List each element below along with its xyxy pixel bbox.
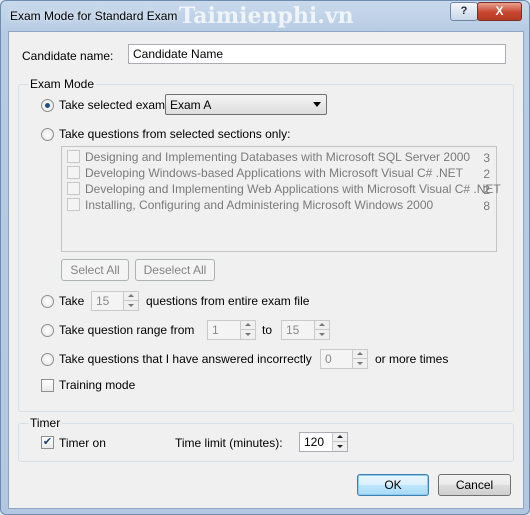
close-button[interactable]: X: [477, 2, 522, 21]
section-row[interactable]: Developing Windows-based Applications wi…: [67, 165, 490, 181]
section-name: Designing and Implementing Databases wit…: [85, 150, 471, 164]
section-count: 2: [483, 167, 490, 181]
take-range-label: Take question range from: [59, 323, 195, 337]
section-row[interactable]: Installing, Configuring and Administerin…: [67, 197, 490, 213]
chevron-up-icon[interactable]: [240, 321, 255, 330]
section-checkbox[interactable]: [67, 198, 80, 211]
section-checkbox[interactable]: [67, 166, 80, 179]
help-button[interactable]: ?: [450, 2, 478, 21]
timer-group-title: Timer: [28, 416, 63, 430]
dialog-window: Exam Mode for Standard Exam Taimienphi.v…: [0, 0, 530, 515]
window-title: Exam Mode for Standard Exam: [10, 9, 178, 23]
chevron-down-icon[interactable]: [332, 442, 347, 451]
exam-select-value: Exam A: [170, 98, 212, 112]
take-incorrect-label: Take questions that I have answered inco…: [59, 352, 312, 366]
take-selected-exam-radio[interactable]: [41, 99, 54, 112]
take-selected-exam-label: Take selected exam:: [59, 98, 169, 112]
training-mode-label: Training mode: [59, 378, 136, 392]
question-count-value: 15: [96, 294, 110, 308]
take-n-radio[interactable]: [41, 295, 54, 308]
cancel-button[interactable]: Cancel: [438, 474, 511, 496]
candidate-name-label: Candidate name:: [22, 49, 114, 63]
candidate-name-input[interactable]: Candidate Name: [128, 44, 506, 64]
exam-select-dropdown[interactable]: Exam A: [165, 94, 327, 115]
chevron-down-icon: [313, 102, 321, 107]
incorrect-times-stepper[interactable]: 0: [320, 349, 368, 369]
watermark-logo: Taimienphi.vn: [179, 3, 354, 29]
time-limit-stepper[interactable]: 120: [299, 432, 348, 452]
chevron-down-icon[interactable]: [314, 330, 329, 339]
take-range-radio[interactable]: [41, 324, 54, 337]
timer-on-checkbox[interactable]: ✔: [41, 436, 54, 449]
range-from-value: 1: [212, 323, 219, 337]
section-checkbox[interactable]: [67, 182, 80, 195]
section-row[interactable]: Developing and Implementing Web Applicat…: [67, 181, 501, 197]
time-limit-value: 120: [304, 435, 325, 449]
exam-mode-group-title: Exam Mode: [28, 77, 97, 91]
chevron-up-icon[interactable]: [332, 433, 347, 442]
sections-list[interactable]: Designing and Implementing Databases wit…: [61, 146, 501, 252]
take-sections-label: Take questions from selected sections on…: [59, 127, 291, 141]
training-mode-checkbox[interactable]: [41, 379, 54, 392]
chevron-down-icon[interactable]: [352, 359, 367, 368]
deselect-all-button[interactable]: Deselect All: [135, 259, 215, 281]
take-incorrect-radio[interactable]: [41, 353, 54, 366]
select-all-button[interactable]: Select All: [61, 259, 129, 281]
section-name: Developing Windows-based Applications wi…: [85, 166, 463, 180]
section-row[interactable]: Designing and Implementing Databases wit…: [67, 149, 490, 165]
section-name: Developing and Implementing Web Applicat…: [85, 182, 501, 196]
timer-on-label: Timer on: [59, 436, 106, 450]
question-count-stepper[interactable]: 15: [91, 291, 139, 311]
time-limit-label: Time limit (minutes):: [175, 436, 283, 450]
take-incorrect-suffix-label: or more times: [375, 352, 449, 366]
ok-button[interactable]: OK: [357, 474, 429, 496]
section-count: 3: [483, 151, 490, 165]
chevron-up-icon[interactable]: [123, 292, 138, 301]
title-bar[interactable]: Exam Mode for Standard Exam Taimienphi.v…: [1, 1, 529, 31]
section-checkbox[interactable]: [67, 150, 80, 163]
range-to-label: to: [262, 323, 273, 337]
section-count: 2: [483, 183, 490, 197]
take-sections-radio[interactable]: [41, 128, 54, 141]
section-name: Installing, Configuring and Administerin…: [85, 198, 434, 212]
range-to-stepper[interactable]: 15: [281, 320, 330, 340]
take-n-label: Take: [59, 294, 85, 308]
chevron-down-icon[interactable]: [240, 330, 255, 339]
section-count: 8: [483, 199, 490, 213]
dialog-body: Candidate name: Candidate Name Exam Mode…: [8, 31, 524, 509]
range-from-stepper[interactable]: 1: [207, 320, 256, 340]
chevron-up-icon[interactable]: [314, 321, 329, 330]
take-n-suffix-label: questions from entire exam file: [146, 294, 310, 308]
chevron-up-icon[interactable]: [352, 350, 367, 359]
incorrect-times-value: 0: [325, 352, 332, 366]
range-to-value: 15: [286, 323, 300, 337]
chevron-down-icon[interactable]: [123, 301, 138, 310]
